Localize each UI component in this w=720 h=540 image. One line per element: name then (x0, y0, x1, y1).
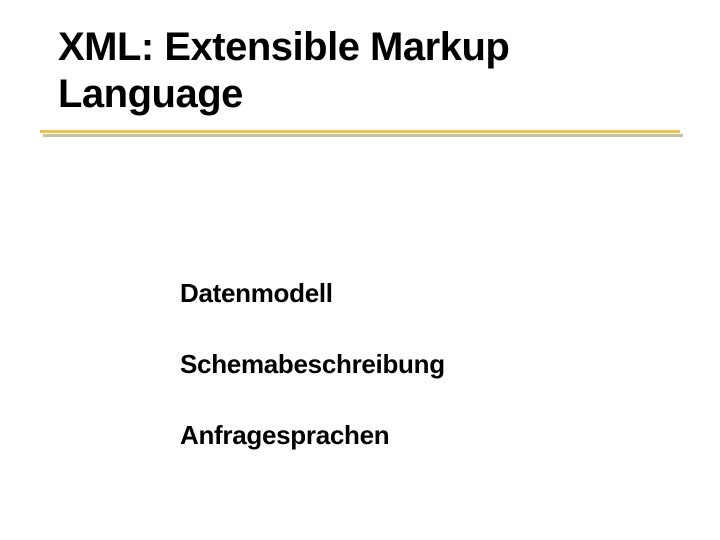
list-item: Datenmodell (180, 278, 660, 309)
slide-title: XML: Extensible Markup Language (58, 24, 658, 118)
title-underline (40, 128, 680, 142)
underline-shadow (43, 134, 683, 137)
title-line-1: XML: Extensible Markup (58, 25, 509, 69)
underline-main (40, 130, 680, 133)
list-item: Schemabeschreibung (180, 349, 660, 380)
title-line-2: Language (58, 72, 243, 116)
body-list: Datenmodell Schemabeschreibung Anfragesp… (180, 278, 660, 491)
slide: XML: Extensible Markup Language Datenmod… (0, 0, 720, 540)
list-item: Anfragesprachen (180, 420, 660, 451)
